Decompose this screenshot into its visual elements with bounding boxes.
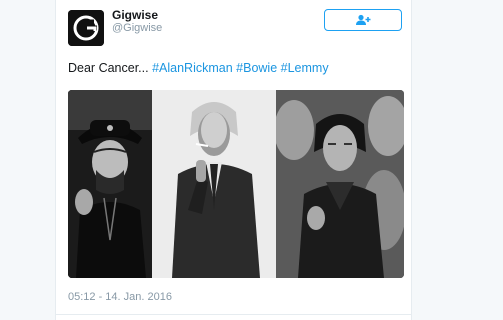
- follow-button[interactable]: [324, 9, 402, 31]
- media-panel-rickman[interactable]: [276, 90, 404, 278]
- avatar[interactable]: [68, 10, 104, 46]
- hashtag-lemmy[interactable]: #Lemmy: [281, 61, 329, 75]
- tweet-text-body: Dear Cancer...: [68, 61, 153, 75]
- tweet-card: Gigwise @Gigwise Dear Cancer... #AlanRic…: [55, 0, 412, 320]
- media-panel-bowie[interactable]: [152, 90, 276, 278]
- hashtag-bowie[interactable]: #Bowie: [236, 61, 277, 75]
- bowie-photo: [152, 90, 276, 278]
- add-user-icon: [356, 14, 371, 25]
- media-panel-lemmy[interactable]: [68, 90, 152, 278]
- hashtag-alanrickman[interactable]: #AlanRickman: [152, 61, 233, 75]
- page: Gigwise @Gigwise Dear Cancer... #AlanRic…: [0, 0, 503, 320]
- tweet-timestamp[interactable]: 05:12 - 14. Jan. 2016: [68, 291, 172, 304]
- rickman-photo: [276, 90, 404, 278]
- divider: [56, 314, 411, 315]
- tweet-media[interactable]: [68, 90, 404, 278]
- author-handle[interactable]: @Gigwise: [112, 22, 162, 35]
- author-display-name[interactable]: Gigwise: [112, 8, 158, 22]
- tweet-text: Dear Cancer... #AlanRickman #Bowie #Lemm…: [68, 60, 329, 76]
- lemmy-photo: [68, 90, 152, 278]
- gigwise-logo-icon: [68, 10, 104, 46]
